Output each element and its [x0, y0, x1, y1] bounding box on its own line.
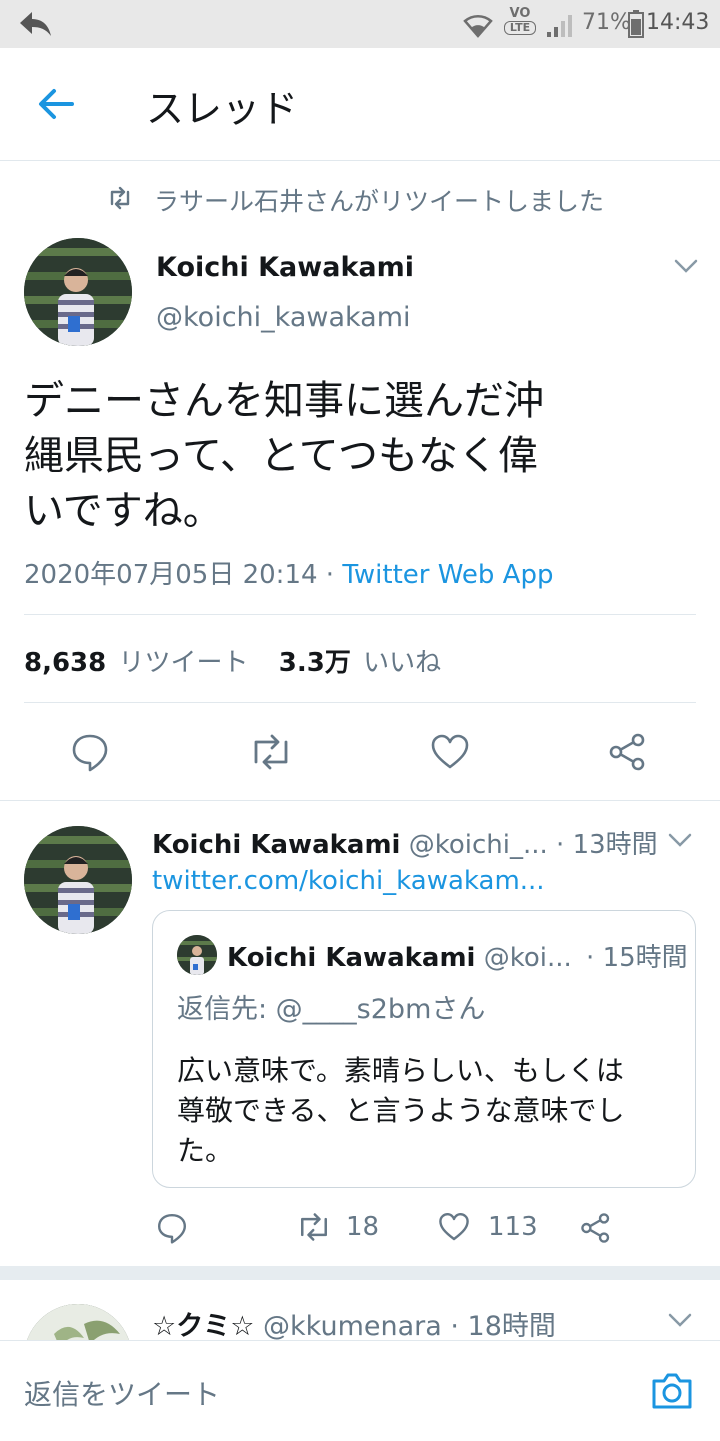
share-icon[interactable] — [608, 732, 648, 772]
reply-like-icon[interactable] — [438, 1212, 470, 1242]
quote-text-line: 尊敬できる、と言うような意味でし — [177, 1094, 625, 1127]
share-back-icon[interactable] — [18, 8, 54, 40]
tweet-stats: 8,638 リツイート 3.3万 いいね — [24, 642, 441, 679]
signal-icon — [546, 12, 576, 38]
tweet-text-line: 縄県民って、とてつもなく偉 — [24, 433, 538, 479]
reply-author-name[interactable]: Koichi Kawakami — [152, 830, 400, 860]
reply-retweet-icon[interactable] — [296, 1212, 332, 1242]
lte-label: LTE — [504, 21, 536, 35]
clock: 14:43 — [646, 10, 710, 35]
compose-bar: 返信をツイート — [0, 1340, 720, 1441]
quote-text-line: た。 — [177, 1134, 234, 1167]
reply-compose-input[interactable]: 返信をツイート — [24, 1373, 220, 1413]
reply-share-icon[interactable] — [580, 1212, 612, 1244]
reply-time[interactable]: · 13時間 — [556, 830, 658, 860]
quote-avatar — [177, 935, 217, 975]
next-author-handle[interactable]: @kkumenara — [263, 1311, 442, 1342]
camera-icon[interactable] — [650, 1371, 694, 1411]
author-name[interactable]: Koichi Kawakami — [156, 252, 414, 283]
back-arrow-icon[interactable] — [36, 86, 76, 122]
like-count[interactable]: 3.3万 — [279, 648, 351, 678]
retweet-small-icon — [106, 186, 134, 210]
section-separator — [0, 1266, 720, 1280]
tweet-text-line: いですね。 — [24, 488, 223, 534]
next-tweet-header: ☆クミ☆ @kkumenara · 18時間 — [152, 1304, 556, 1343]
author-handle[interactable]: @koichi_kawakami — [156, 302, 411, 333]
thread-separator — [0, 800, 720, 801]
reply-like-count: 113 — [488, 1212, 538, 1242]
vo-label: VO — [509, 6, 531, 21]
next-time[interactable]: · 18時間 — [450, 1311, 556, 1342]
quote-time: · 15時間 — [586, 943, 688, 973]
reply-reply-icon[interactable] — [156, 1212, 188, 1244]
tweet-timestamp[interactable]: 2020年07月05日 20:14 — [24, 560, 318, 590]
tweet-text-line: デニーさんを知事に選んだ沖 — [24, 378, 544, 424]
meta-separator: · — [325, 560, 335, 590]
page-title: スレッド — [146, 87, 299, 131]
quote-text: 広い意味で。素晴らしい、もしくは 尊敬できる、と言うような意味でし た。 — [177, 1051, 624, 1171]
reply-avatar[interactable] — [24, 826, 132, 934]
retweet-count[interactable]: 8,638 — [24, 648, 106, 678]
like-count-label[interactable]: いいね — [363, 648, 441, 678]
quote-reply-to: 返信先: @____s2bmさん — [177, 994, 486, 1025]
divider — [24, 702, 696, 703]
divider — [24, 614, 696, 615]
reply-author-handle[interactable]: @koichi_... — [409, 830, 548, 860]
chevron-down-icon[interactable] — [674, 258, 698, 274]
retweet-icon[interactable] — [248, 734, 294, 770]
reply-retweet-count: 18 — [346, 1212, 380, 1242]
quote-header: Koichi Kawakami @koi... · 15時間 — [227, 937, 688, 974]
volte-badge: VO LTE — [504, 6, 536, 42]
quote-author-handle: @koi... — [483, 943, 572, 973]
tweet-meta: 2020年07月05日 20:14 · Twitter Web App — [24, 554, 553, 591]
next-author-name[interactable]: ☆クミ☆ — [152, 1311, 254, 1342]
reply-header: Koichi Kawakami @koichi_... · 13時間 — [152, 824, 658, 861]
like-heart-icon[interactable] — [430, 734, 470, 770]
tweet-text: デニーさんを知事に選んだ沖 縄県民って、とてつもなく偉 いですね。 — [24, 374, 704, 539]
retweet-banner-text[interactable]: ラサール石井さんがリツイートしました — [154, 182, 604, 218]
reply-link[interactable]: twitter.com/koichi_kawakam... — [152, 866, 545, 896]
next-chevron-down-icon[interactable] — [668, 1312, 692, 1328]
retweet-count-label[interactable]: リツイート — [119, 648, 249, 678]
quote-card[interactable]: Koichi Kawakami @koi... · 15時間 返信先: @___… — [152, 910, 696, 1188]
quote-author-name: Koichi Kawakami — [227, 943, 476, 973]
wifi-icon — [462, 10, 494, 40]
reply-icon[interactable] — [70, 732, 110, 772]
quote-text-line: 広い意味で。素晴らしい、もしくは — [177, 1054, 624, 1087]
battery-icon — [628, 10, 644, 38]
battery-percent: 71% — [582, 10, 631, 35]
tweet-source-link[interactable]: Twitter Web App — [342, 560, 553, 590]
reply-chevron-down-icon[interactable] — [668, 832, 692, 848]
app-header: スレッド — [0, 48, 720, 161]
status-bar: VO LTE 71% 14:43 — [0, 0, 720, 48]
avatar[interactable] — [24, 238, 132, 346]
